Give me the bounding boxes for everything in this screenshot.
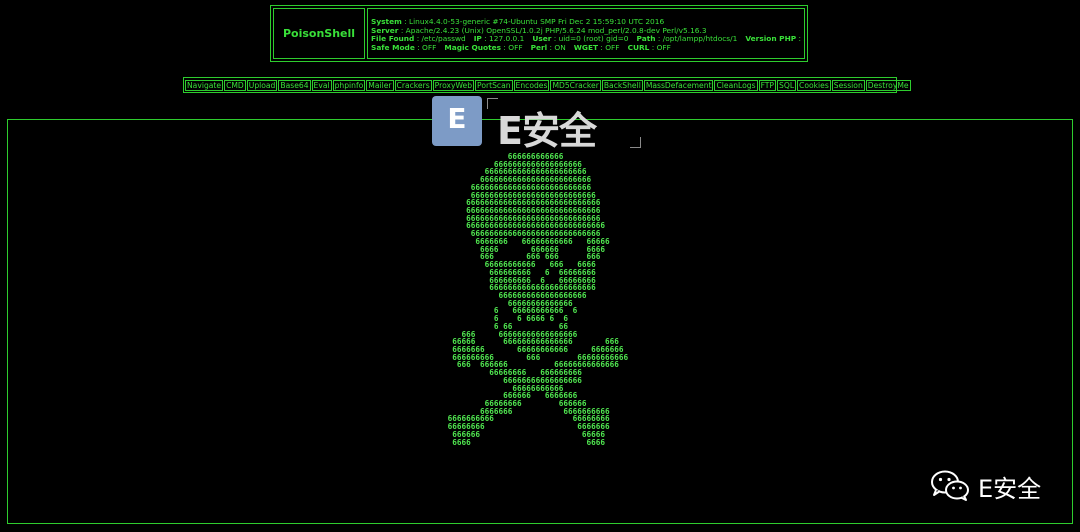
header-panel: PoisonShell System : Linux4.4.0-53-gener… [270, 5, 808, 62]
wechat-icon [931, 470, 969, 501]
nav-item-sql[interactable]: SQL [777, 79, 797, 91]
nav-item-massdefacement[interactable]: MassDefacement [643, 79, 714, 91]
info-key: WGET [573, 42, 599, 52]
info-value: : OFF [414, 42, 437, 52]
nav-item-upload[interactable]: Upload [246, 79, 278, 91]
info-line: Safe Mode : OFF Magic Quotes : OFF Perl : … [371, 42, 804, 53]
nav-item-portscan[interactable]: PortScan [475, 79, 513, 91]
nav-item-cookies[interactable]: Cookies [797, 79, 831, 91]
nav-item-eval[interactable]: Eval [311, 79, 332, 91]
info-value: : OFF [501, 42, 523, 52]
nav-item-mailer[interactable]: Mailer [366, 79, 394, 91]
nav-item-base64[interactable]: Base64 [278, 79, 311, 91]
info-value: : 5.6.24 [798, 34, 804, 44]
nav-item-cmd[interactable]: CMD [224, 79, 246, 91]
watermark-logo-text: E安全 [487, 98, 641, 153]
info-key: Magic Quotes [444, 42, 502, 52]
brand-title: PoisonShell [273, 8, 365, 59]
nav-item-cleanlogs[interactable]: CleanLogs [714, 79, 758, 91]
header-inner: PoisonShell System : Linux4.4.0-53-gener… [273, 8, 805, 59]
info-key: CURL [627, 42, 650, 52]
info-value: : OFF [649, 42, 671, 52]
watermark-label: E安全 [497, 109, 597, 153]
wechat-watermark: E安全 [930, 466, 1070, 506]
nav-item-backshell[interactable]: BackShell [601, 79, 643, 91]
nav-item-destroyme[interactable]: DestroyMe [865, 79, 911, 91]
system-info: System : Linux4.4.0-53-generic #74-Ubunt… [367, 8, 805, 59]
bracket-bottom-right [630, 137, 641, 148]
nav-item-session[interactable]: Session [831, 79, 865, 91]
info-value: : OFF [598, 42, 620, 52]
skull-ascii-art: 666666666666 6666666666666666666 6666666… [447, 152, 629, 447]
e-logo-icon: E [432, 96, 482, 146]
nav-item-navigate[interactable]: Navigate [185, 79, 224, 91]
nav-bar: Navigate CMD Upload Base64 Eval phpinfo Mailer… [183, 77, 911, 93]
nav-item-encodes[interactable]: Encodes [513, 79, 550, 91]
info-key: Safe Mode [371, 42, 415, 52]
nav-item-crackers[interactable]: Crackers [394, 79, 432, 91]
e-logo-letter: E [447, 102, 467, 135]
info-key: Version PHP [745, 34, 797, 44]
info-key: Perl [530, 42, 548, 52]
nav-item-proxyweb[interactable]: ProxyWeb [432, 79, 475, 91]
nav-item-md5cracker[interactable]: MD5Cracker [550, 79, 601, 91]
nav-item-phpinfo[interactable]: phpinfo [332, 79, 366, 91]
wechat-label: E安全 [978, 474, 1042, 503]
nav-item-ftp[interactable]: FTP [758, 79, 777, 91]
info-value: : ON [547, 42, 566, 52]
